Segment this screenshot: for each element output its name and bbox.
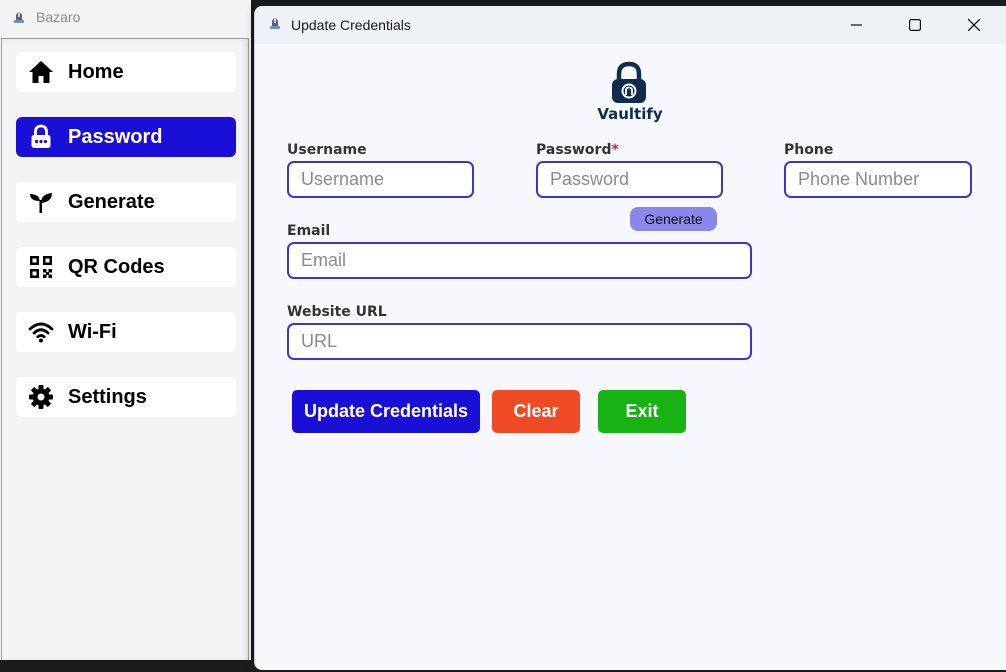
dialog-titlebar[interactable]: Update Credentials bbox=[255, 6, 1006, 44]
close-icon bbox=[968, 19, 980, 31]
maximize-button[interactable] bbox=[886, 6, 944, 44]
gear-icon bbox=[28, 384, 54, 410]
generate-password-button[interactable]: Generate bbox=[630, 207, 717, 231]
sidebar-item-settings[interactable]: Settings bbox=[16, 377, 236, 417]
sidebar-item-label: QR Codes bbox=[68, 256, 165, 278]
sidebar-item-qr-codes[interactable]: QR Codes bbox=[16, 247, 236, 287]
username-label: Username bbox=[287, 142, 367, 158]
sidebar-item-label: Password bbox=[68, 126, 163, 148]
website-url-input[interactable] bbox=[287, 323, 752, 360]
password-input[interactable] bbox=[536, 161, 723, 198]
exit-button[interactable]: Exit bbox=[598, 390, 686, 433]
email-label: Email bbox=[287, 223, 331, 239]
update-credentials-button[interactable]: Update Credentials bbox=[292, 390, 480, 433]
website-url-label: Website URL bbox=[287, 304, 387, 320]
qr-code-icon bbox=[28, 254, 54, 280]
sidebar-item-label: Wi-Fi bbox=[68, 321, 117, 343]
main-window: Bazaro Home Password Generate QR Codes W… bbox=[0, 0, 251, 672]
wifi-icon bbox=[28, 319, 54, 345]
sidebar-item-label: Generate bbox=[68, 191, 155, 213]
update-credentials-dialog: Update Credentials Vaultify Username Use… bbox=[254, 6, 1006, 670]
home-icon bbox=[28, 59, 54, 85]
minimize-button[interactable] bbox=[828, 6, 886, 44]
sidebar-item-wifi[interactable]: Wi-Fi bbox=[16, 312, 236, 352]
main-titlebar[interactable]: Bazaro bbox=[0, 0, 251, 36]
window-title: Bazaro bbox=[36, 9, 81, 25]
dialog-title: Update Credentials bbox=[291, 17, 411, 33]
phone-input[interactable] bbox=[784, 161, 972, 198]
username-input[interactable] bbox=[287, 161, 474, 198]
phone-label: Phone bbox=[784, 142, 834, 158]
sidebar-item-generate[interactable]: Generate bbox=[16, 182, 236, 222]
close-button[interactable] bbox=[945, 6, 1003, 44]
required-mark: * bbox=[611, 142, 619, 158]
email-input[interactable] bbox=[287, 242, 752, 279]
vaultify-lock-icon bbox=[609, 61, 649, 105]
sprout-icon bbox=[28, 189, 54, 215]
logo-text: Vaultify bbox=[597, 105, 663, 123]
password-label: Password* bbox=[536, 142, 619, 158]
sidebar: Home Password Generate QR Codes Wi-Fi Se… bbox=[1, 38, 249, 662]
lock-icon bbox=[28, 124, 54, 150]
clear-button[interactable]: Clear bbox=[492, 390, 580, 433]
desktop-strip bbox=[0, 660, 251, 672]
sidebar-item-label: Settings bbox=[68, 386, 147, 408]
minimize-icon bbox=[851, 24, 862, 26]
sidebar-item-label: Home bbox=[68, 61, 124, 83]
app-icon bbox=[268, 16, 282, 35]
sidebar-item-password[interactable]: Password bbox=[16, 117, 236, 157]
app-icon bbox=[12, 10, 26, 29]
sidebar-item-home[interactable]: Home bbox=[16, 52, 236, 92]
maximize-icon bbox=[909, 19, 921, 31]
